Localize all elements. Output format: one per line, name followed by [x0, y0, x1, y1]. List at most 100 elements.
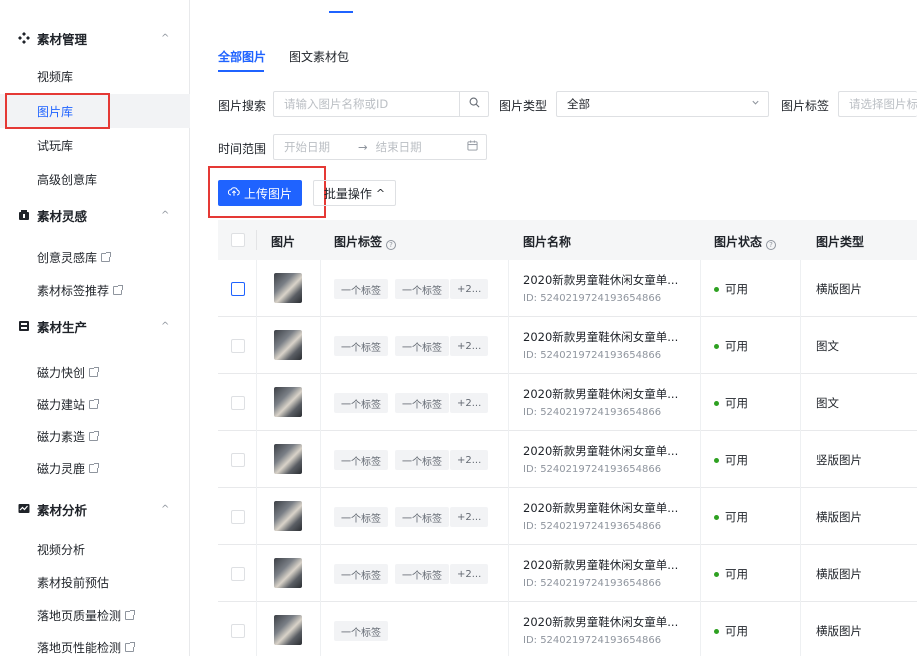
chevron-up-icon[interactable]: ^ [161, 33, 169, 44]
status-badge: 可用 [714, 338, 748, 354]
date-range-picker[interactable]: 开始日期 → 结束日期 [273, 134, 487, 160]
sidebar-item-site-builder[interactable]: 磁力建站 [0, 387, 190, 421]
sidebar-item-tag-recommend[interactable]: 素材标签推荐 [0, 273, 190, 307]
status-text: 可用 [725, 396, 748, 410]
row-checkbox[interactable] [231, 453, 245, 467]
sidebar-item-label: 视频库 [37, 69, 74, 84]
status-badge: 可用 [714, 566, 748, 582]
sidebar-item-lingu[interactable]: 磁力灵鹿 [0, 451, 190, 485]
sidebar-group-material-management[interactable]: 素材管理 ^ [0, 24, 190, 52]
image-type: 横版图片 [816, 624, 862, 638]
status-dot-icon [714, 628, 719, 634]
column-separator [700, 317, 701, 374]
sidebar-item-video-analysis[interactable]: 视频分析 [0, 532, 190, 566]
image-thumbnail[interactable] [274, 330, 302, 360]
tab-all-images[interactable]: 全部图片 [218, 48, 266, 65]
image-tag: +2... [450, 279, 489, 299]
status-badge: 可用 [714, 623, 748, 639]
column-separator [256, 317, 257, 374]
row-checkbox[interactable] [231, 282, 245, 296]
header-separator [256, 230, 257, 250]
row-checkbox[interactable] [231, 339, 245, 353]
end-date-placeholder[interactable]: 结束日期 [376, 139, 422, 155]
image-thumbnail[interactable] [274, 387, 302, 417]
status-dot-icon [714, 571, 719, 577]
image-tag: +2... [450, 564, 489, 584]
column-separator [508, 602, 509, 656]
table-row[interactable]: 一个标签 一个标签 +2... 2020新款男童鞋休闲女童单... ID: 524021… [218, 488, 917, 545]
sidebar-item-material-maker[interactable]: 磁力素造 [0, 419, 190, 453]
table-row[interactable]: 一个标签 一个标签 +2... 2020新款男童鞋休闲女童单... ID: 524021… [218, 431, 917, 488]
sidebar-item-quick-create[interactable]: 磁力快创 [0, 355, 190, 389]
chevron-up-icon: ^ [375, 186, 386, 200]
sidebar-item-image-library[interactable]: 图片库 [0, 94, 190, 128]
search-input[interactable]: 请输入图片名称或ID [273, 91, 489, 117]
sidebar-item-label: 落地页性能检测 [37, 640, 122, 655]
table-row[interactable]: 一个标签 一个标签 +2... 2020新款男童鞋休闲女童单... ID: 524021… [218, 260, 917, 317]
chevron-up-icon[interactable]: ^ [161, 210, 169, 221]
image-thumbnail[interactable] [274, 501, 302, 531]
start-date-placeholder[interactable]: 开始日期 [284, 139, 330, 155]
column-separator [508, 488, 509, 545]
batch-operation-label: 批量操作 [323, 186, 372, 201]
image-thumbnail[interactable] [274, 558, 302, 588]
image-type-select[interactable]: 全部 [556, 91, 769, 117]
chevron-up-icon[interactable]: ^ [161, 321, 169, 332]
select-all-checkbox[interactable] [231, 233, 245, 247]
table-row[interactable]: 一个标签 2020新款男童鞋休闲女童单... ID: 524021972419365… [218, 602, 917, 656]
table-row[interactable]: 一个标签 一个标签 +2... 2020新款男童鞋休闲女童单... ID: 524021… [218, 374, 917, 431]
search-label: 图片搜索 [218, 99, 267, 113]
column-separator [700, 488, 701, 545]
header-type: 图片类型 [816, 235, 865, 249]
tab-active-underline [218, 70, 264, 72]
chevron-up-icon[interactable]: ^ [161, 504, 169, 515]
info-icon[interactable]: ? [386, 240, 397, 250]
sidebar-item-landing-performance[interactable]: 落地页性能检测 [0, 630, 190, 656]
batch-operation-button[interactable]: 批量操作 ^ [313, 180, 396, 206]
sidebar-group-material-inspiration[interactable]: 素材灵感 ^ [0, 201, 190, 229]
image-id: ID: 5240219724193654866 [523, 578, 662, 589]
image-thumbnail[interactable] [274, 444, 302, 474]
column-separator [700, 602, 701, 656]
sidebar-item-pre-estimate[interactable]: 素材投前预估 [0, 565, 190, 599]
image-name: 2020新款男童鞋休闲女童单... [523, 615, 679, 629]
sidebar-group-material-production[interactable]: 素材生产 ^ [0, 312, 190, 340]
arrow-right-icon: → [358, 140, 368, 154]
image-tag: 一个标签 [334, 450, 388, 470]
sidebar-item-advanced-creative-library[interactable]: 高级创意库 [0, 162, 190, 196]
image-tag: 一个标签 [395, 507, 449, 527]
search-icon[interactable] [469, 97, 480, 111]
sidebar-group-material-analysis[interactable]: 素材分析 ^ [0, 495, 190, 523]
upload-image-button[interactable]: 上传图片 [218, 180, 302, 206]
row-checkbox[interactable] [231, 624, 245, 638]
image-thumbnail[interactable] [274, 273, 302, 303]
column-separator [800, 374, 801, 431]
column-separator [256, 374, 257, 431]
tab-image-text-package[interactable]: 图文素材包 [289, 48, 349, 65]
info-icon[interactable]: ? [766, 240, 777, 250]
sidebar-item-creative-inspiration[interactable]: 创意灵感库 [0, 240, 190, 274]
column-separator [256, 431, 257, 488]
sidebar-group-title: 素材灵感 [37, 208, 88, 224]
header-status: 图片状态? [714, 233, 777, 250]
external-link-icon [89, 398, 100, 409]
status-text: 可用 [725, 339, 748, 353]
column-separator [320, 431, 321, 488]
row-checkbox[interactable] [231, 396, 245, 410]
image-tag-select[interactable]: 请选择图片标 [838, 91, 917, 117]
row-checkbox[interactable] [231, 567, 245, 581]
column-separator [800, 431, 801, 488]
sidebar-item-label: 视频分析 [37, 542, 86, 557]
table-row[interactable]: 一个标签 一个标签 +2... 2020新款男童鞋休闲女童单... ID: 524021… [218, 545, 917, 602]
image-thumbnail[interactable] [274, 615, 302, 645]
status-badge: 可用 [714, 395, 748, 411]
sidebar-item-playable-library[interactable]: 试玩库 [0, 128, 190, 162]
table-row[interactable]: 一个标签 一个标签 +2... 2020新款男童鞋休闲女童单... ID: 524021… [218, 317, 917, 374]
sidebar-item-landing-quality[interactable]: 落地页质量检测 [0, 598, 190, 632]
status-text: 可用 [725, 624, 748, 638]
sidebar-item-video-library[interactable]: 视频库 [0, 59, 190, 93]
image-id: ID: 5240219724193654866 [523, 521, 662, 532]
row-checkbox[interactable] [231, 510, 245, 524]
column-separator [800, 488, 801, 545]
image-tag: 一个标签 [395, 336, 449, 356]
